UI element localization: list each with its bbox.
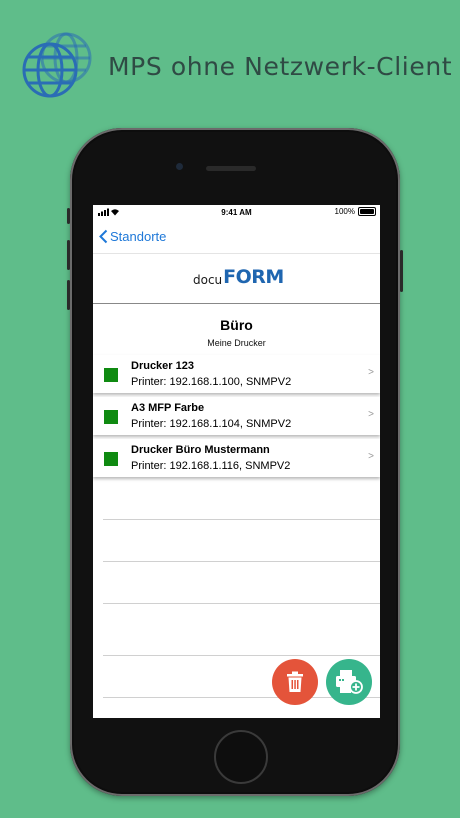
home-button[interactable]	[214, 730, 268, 784]
battery-percent: 100%	[334, 207, 355, 216]
phone-power-button	[400, 250, 403, 292]
app-screen: 9:41 AM 100% Standorte docu FORM Büro Me…	[93, 205, 380, 718]
banner: MPS ohne Netzwerk-Client	[0, 0, 460, 120]
list-separator	[103, 603, 380, 604]
front-camera	[176, 163, 183, 170]
back-button[interactable]: Standorte	[99, 229, 166, 244]
list-separator	[103, 519, 380, 520]
printer-name: Drucker Büro Mustermann	[131, 444, 270, 456]
printer-row[interactable]: Drucker Büro Mustermann Printer: 192.168…	[93, 439, 380, 477]
logo-header: docu FORM	[93, 253, 380, 304]
location-subtitle: Meine Drucker	[207, 338, 266, 348]
printer-info: Printer: 192.168.1.116, SNMPV2	[131, 460, 291, 472]
list-separator	[103, 561, 380, 562]
printer-info: Printer: 192.168.1.104, SNMPV2	[131, 418, 292, 430]
location-title: Büro	[220, 317, 253, 333]
status-indicator	[104, 452, 118, 466]
add-printer-icon	[336, 670, 363, 694]
status-bar: 9:41 AM 100%	[93, 205, 380, 221]
battery-icon	[358, 207, 376, 216]
logo-main: FORM	[223, 266, 284, 288]
phone-volume-down	[67, 280, 70, 310]
banner-title: MPS ohne Netzwerk-Client	[108, 52, 453, 81]
chevron-left-icon	[99, 229, 108, 244]
trash-icon	[287, 671, 303, 692]
navigation-bar: Standorte	[93, 221, 380, 254]
printer-name: A3 MFP Farbe	[131, 402, 205, 414]
printer-name: Drucker 123	[131, 360, 194, 372]
globe-icon	[22, 32, 92, 98]
logo-prefix: docu	[193, 273, 223, 287]
add-printer-button[interactable]	[326, 659, 372, 705]
printer-row[interactable]: A3 MFP Farbe Printer: 192.168.1.104, SNM…	[93, 397, 380, 435]
printer-row[interactable]: Drucker 123 Printer: 192.168.1.100, SNMP…	[93, 355, 380, 393]
status-indicator	[104, 368, 118, 382]
status-battery-group: 100%	[335, 207, 376, 216]
earpiece-speaker	[206, 166, 256, 171]
printer-info: Printer: 192.168.1.100, SNMPV2	[131, 376, 292, 388]
docuform-logo: docu FORM	[193, 267, 284, 287]
list-separator	[103, 655, 380, 656]
phone-volume-up	[67, 240, 70, 270]
chevron-right-icon: >	[368, 367, 374, 378]
back-button-label: Standorte	[110, 229, 167, 244]
chevron-right-icon: >	[368, 409, 374, 420]
phone-mute-switch	[67, 208, 70, 224]
chevron-right-icon: >	[368, 451, 374, 462]
status-indicator	[104, 410, 118, 424]
delete-button[interactable]	[272, 659, 318, 705]
